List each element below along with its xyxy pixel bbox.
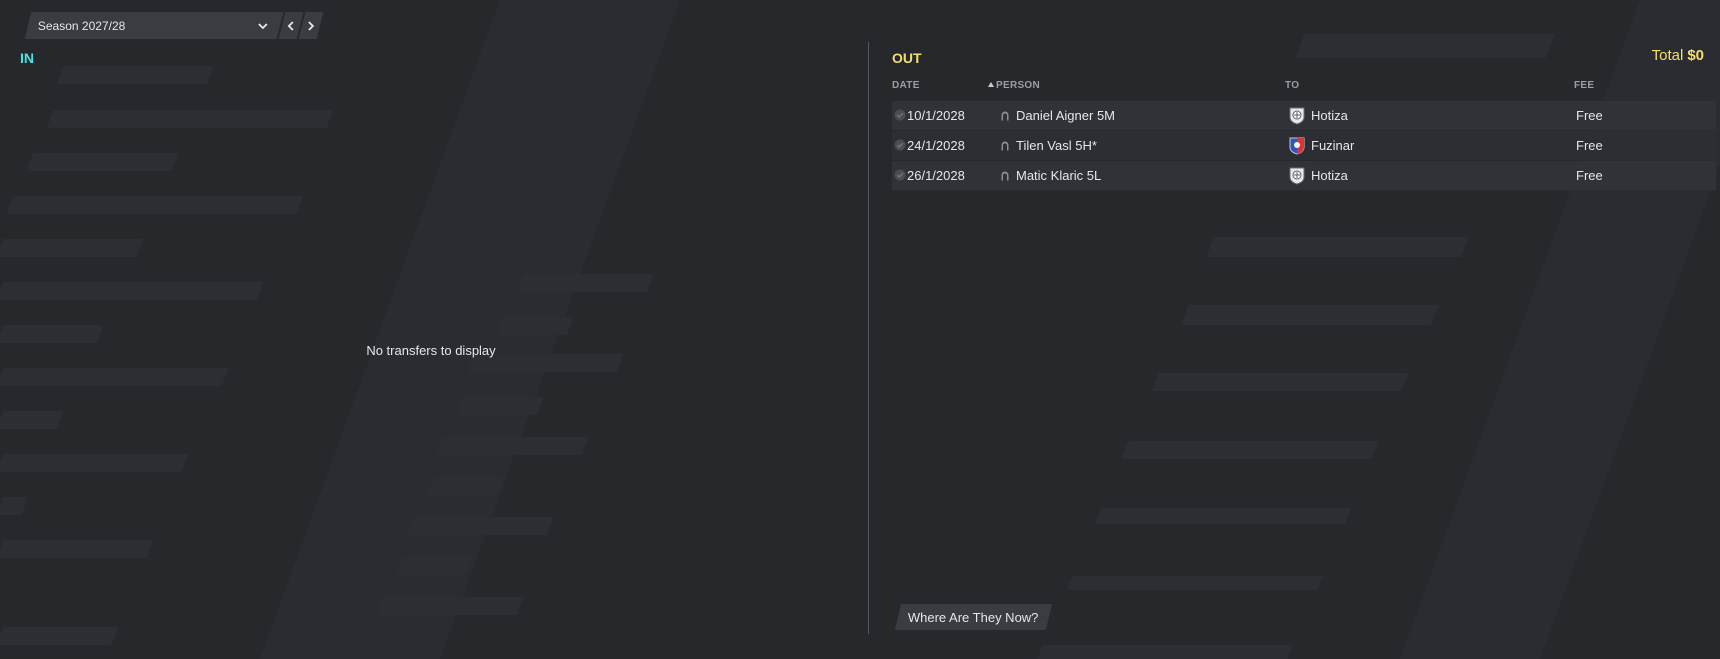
- row-destination-club[interactable]: Fuzinar: [1311, 138, 1354, 153]
- row-fee: Free: [1576, 138, 1603, 153]
- row-fee: Free: [1576, 108, 1603, 123]
- row-destination-club[interactable]: Hotiza: [1311, 168, 1348, 183]
- table-header: DATE PERSON TO FEE: [892, 80, 1716, 94]
- table-row[interactable]: 26/1/2028 Matic Klaric 5L Hotiza Free: [892, 161, 1716, 190]
- transfers-in-panel: IN No transfers to display: [0, 40, 868, 650]
- row-destination-club[interactable]: Hotiza: [1311, 108, 1348, 123]
- person-icon: [1001, 111, 1009, 121]
- chevron-left-icon: [287, 20, 294, 31]
- person-icon: [1001, 171, 1009, 181]
- chevron-right-icon: [308, 20, 315, 31]
- row-person[interactable]: Matic Klaric 5L: [1016, 168, 1101, 183]
- out-title: OUT: [892, 50, 922, 66]
- season-label: Season 2027/28: [38, 18, 126, 33]
- empty-message: No transfers to display: [366, 343, 496, 358]
- column-header-fee[interactable]: FEE: [1574, 80, 1594, 91]
- transfers-out-table: 10/1/2028 Daniel Aigner 5M Hotiza Free 2…: [892, 101, 1716, 191]
- where-are-they-now-button[interactable]: Where Are They Now?: [894, 604, 1052, 630]
- person-icon: [1001, 141, 1009, 151]
- row-person[interactable]: Daniel Aigner 5M: [1016, 108, 1115, 123]
- column-header-person-label: PERSON: [996, 80, 1041, 91]
- total-label: Total: [1651, 47, 1684, 64]
- sort-ascending-icon: [988, 82, 994, 87]
- chevron-down-icon: [258, 22, 268, 29]
- total-amount: $0: [1687, 47, 1704, 64]
- total-fee: Total $0: [1652, 47, 1704, 64]
- column-header-person[interactable]: PERSON: [988, 80, 1040, 91]
- table-row[interactable]: 24/1/2028 Tilen Vasl 5H* Fuzinar Free: [892, 131, 1716, 160]
- check-circle-icon: [894, 169, 906, 181]
- column-header-to[interactable]: TO: [1285, 80, 1299, 91]
- row-date: 10/1/2028: [907, 108, 965, 123]
- transfers-out-panel: OUT Total $0 DATE PERSON TO FEE 10/1/2028…: [892, 40, 1716, 650]
- check-circle-icon: [894, 139, 906, 151]
- season-selector-bar: Season 2027/28: [22, 12, 324, 39]
- column-header-date[interactable]: DATE: [892, 80, 920, 91]
- hotiza-badge-icon: [1289, 107, 1305, 125]
- panel-divider: [868, 42, 869, 634]
- check-circle-icon: [894, 109, 906, 121]
- row-date: 26/1/2028: [907, 168, 965, 183]
- table-row[interactable]: 10/1/2028 Daniel Aigner 5M Hotiza Free: [892, 101, 1716, 130]
- row-person[interactable]: Tilen Vasl 5H*: [1016, 138, 1097, 153]
- fuzinar-badge-icon: [1289, 137, 1305, 155]
- where-are-they-now-label: Where Are They Now?: [908, 609, 1039, 625]
- hotiza-badge-icon: [1289, 167, 1305, 185]
- row-date: 24/1/2028: [907, 138, 965, 153]
- in-title: IN: [20, 50, 34, 66]
- row-fee: Free: [1576, 168, 1603, 183]
- season-dropdown[interactable]: Season 2027/28: [24, 12, 284, 39]
